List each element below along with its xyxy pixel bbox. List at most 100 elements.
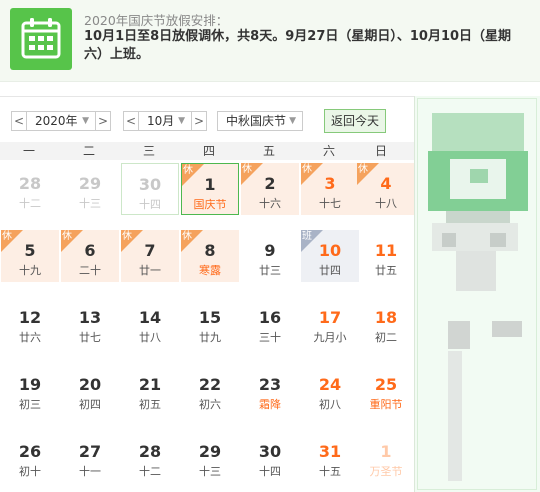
- day-number: 29: [198, 442, 222, 461]
- lunar-label: 三十: [259, 331, 281, 344]
- month-select-value: 10月: [147, 114, 175, 128]
- weekday-label: 日: [374, 144, 387, 158]
- year-select[interactable]: 2020年 ▼: [27, 111, 95, 131]
- month-select[interactable]: 10月 ▼: [139, 111, 191, 131]
- day-cell[interactable]: 20 初四: [61, 364, 119, 416]
- day-cell[interactable]: 休 4 十八: [357, 163, 415, 215]
- day-cell[interactable]: 班 10 廿四: [301, 230, 359, 282]
- next-year-button[interactable]: >: [95, 111, 111, 131]
- day-cell[interactable]: 1 万圣节: [357, 431, 415, 483]
- calendar-grid: 28 十二 29 十三 30 十四休 1 国庆节休 2 十六休 3 十七休 4 十八休 5 十九休 6 二十休 7 廿…: [0, 160, 415, 492]
- day-cell[interactable]: 21 初五: [121, 364, 179, 416]
- day-number: 27: [78, 442, 102, 461]
- day-cell[interactable]: 休 6 二十: [61, 230, 119, 282]
- day-cell[interactable]: 24 初八: [301, 364, 359, 416]
- day-cell[interactable]: 27 十一: [61, 431, 119, 483]
- prev-month-button[interactable]: <: [123, 111, 139, 131]
- festival-select[interactable]: 中秋国庆节 ▼: [217, 111, 303, 131]
- lunar-label: 重阳节: [369, 398, 403, 411]
- day-number: 10: [318, 241, 342, 260]
- lunar-label: 廿五: [375, 264, 397, 277]
- day-cell[interactable]: 11 廿五: [357, 230, 415, 282]
- day-cell[interactable]: 15 廿九: [181, 297, 239, 349]
- calendar-icon: [10, 8, 72, 70]
- lunar-label: 初五: [139, 398, 161, 411]
- day-number: 20: [78, 375, 102, 394]
- lunar-label: 十七: [319, 197, 341, 210]
- day-number: 9: [264, 241, 276, 260]
- lunar-label: 廿六: [19, 331, 41, 344]
- day-cell[interactable]: 休 1 国庆节: [181, 163, 239, 215]
- day-cell[interactable]: 29 十三: [61, 163, 119, 215]
- day-cell[interactable]: 18 初二: [357, 297, 415, 349]
- blurred-block: [442, 233, 456, 247]
- weekday-header: 一二三四五六日: [0, 142, 414, 160]
- blurred-block: [492, 321, 522, 337]
- return-today-button[interactable]: 返回今天: [324, 109, 386, 133]
- banner-text: 10月1日至8日放假调休，共8天。9月27日（星期日）、10月10日（星期六）上…: [84, 29, 512, 62]
- day-cell[interactable]: 29 十三: [181, 431, 239, 483]
- day-number: 8: [204, 241, 216, 260]
- day-number: 13: [78, 308, 102, 327]
- day-cell[interactable]: 休 2 十六: [241, 163, 299, 215]
- lunar-label: 初二: [375, 331, 397, 344]
- blurred-block: [456, 251, 496, 291]
- day-number: 25: [374, 375, 398, 394]
- lunar-label: 初三: [19, 398, 41, 411]
- day-number: 4: [380, 174, 392, 193]
- day-cell[interactable]: 17 九月小: [301, 297, 359, 349]
- lunar-label: 廿一: [139, 264, 161, 277]
- lunar-label: 二十: [79, 264, 101, 277]
- day-cell[interactable]: 14 廿八: [121, 297, 179, 349]
- day-cell[interactable]: 26 初十: [1, 431, 59, 483]
- day-cell[interactable]: 31 十五: [301, 431, 359, 483]
- day-cell[interactable]: 休 5 十九: [1, 230, 59, 282]
- day-cell[interactable]: 30 十四: [241, 431, 299, 483]
- day-cell[interactable]: 9 廿三: [241, 230, 299, 282]
- day-cell[interactable]: 28 十二: [1, 163, 59, 215]
- day-number: 30: [258, 442, 282, 461]
- lunar-label: 十八: [375, 197, 397, 210]
- day-number: 17: [318, 308, 342, 327]
- banner-title: 2020年国庆节放假安排：: [84, 13, 229, 28]
- lunar-label: 十九: [19, 264, 41, 277]
- chevron-down-icon: ▼: [178, 116, 185, 126]
- weekday-label: 五: [262, 144, 275, 158]
- lunar-label: 十二: [139, 465, 161, 478]
- chevron-down-icon: ▼: [289, 116, 296, 126]
- lunar-label: 初八: [319, 398, 341, 411]
- lunar-label: 十五: [319, 465, 341, 478]
- year-select-value: 2020年: [35, 114, 78, 128]
- day-cell[interactable]: 休 3 十七: [301, 163, 359, 215]
- lunar-label: 十二: [19, 197, 41, 210]
- day-cell[interactable]: 休 7 廿一: [121, 230, 179, 282]
- lunar-label: 十三: [199, 465, 221, 478]
- festival-select-value: 中秋国庆节: [226, 114, 287, 128]
- lunar-label: 廿四: [319, 264, 341, 277]
- day-cell[interactable]: 16 三十: [241, 297, 299, 349]
- day-cell[interactable]: 休 8 寒露: [181, 230, 239, 282]
- day-number: 23: [258, 375, 282, 394]
- day-number: 5: [24, 241, 36, 260]
- side-panel-frame: [417, 98, 537, 490]
- day-cell[interactable]: 22 初六: [181, 364, 239, 416]
- lunar-label: 寒露: [199, 264, 221, 277]
- day-number: 3: [324, 174, 336, 193]
- blurred-block: [470, 169, 488, 183]
- day-cell[interactable]: 13 廿七: [61, 297, 119, 349]
- day-number: 31: [318, 442, 342, 461]
- day-cell[interactable]: 12 廿六: [1, 297, 59, 349]
- lunar-label: 廿九: [199, 331, 221, 344]
- lunar-label: 万圣节: [369, 465, 403, 478]
- day-cell[interactable]: 19 初三: [1, 364, 59, 416]
- day-number: 1: [380, 442, 392, 461]
- day-cell[interactable]: 23 霜降: [241, 364, 299, 416]
- next-month-button[interactable]: >: [191, 111, 207, 131]
- day-cell[interactable]: 30 十四: [121, 163, 179, 215]
- day-cell[interactable]: 28 十二: [121, 431, 179, 483]
- prev-year-button[interactable]: <: [11, 111, 27, 131]
- calendar-toolbar: < 2020年 ▼ > < 10月 ▼ > 中秋国庆节 ▼ 返回今天: [0, 96, 414, 142]
- side-panel: [414, 96, 540, 492]
- day-cell[interactable]: 25 重阳节: [357, 364, 415, 416]
- weekday-label: 三: [142, 144, 155, 158]
